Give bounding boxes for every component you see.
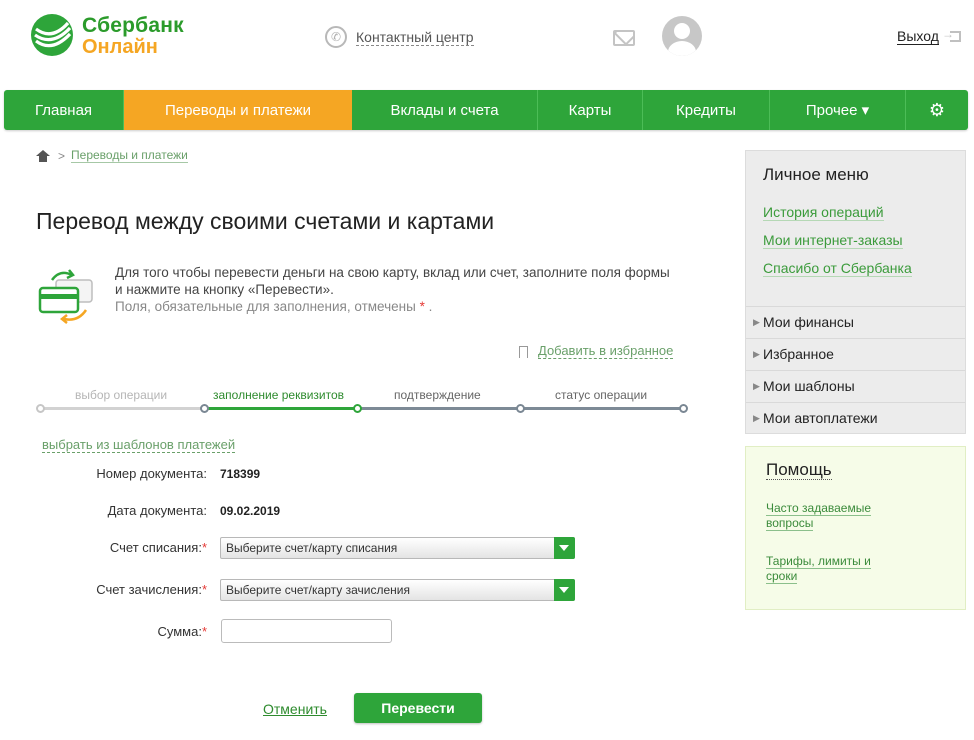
main-navigation: Главная Переводы и платежи Вклады и счет… (4, 90, 968, 130)
from-account-select-value: Выберите счет/карту списания (226, 541, 398, 555)
chevron-down-icon[interactable] (554, 579, 575, 601)
chevron-right-icon: ▶ (753, 413, 760, 423)
step-dot-choose (36, 404, 45, 413)
to-account-select-value: Выберите счет/карту зачисления (226, 583, 410, 597)
home-icon[interactable] (36, 150, 50, 162)
menu-link-internet-orders[interactable]: Мои интернет-заказы (763, 233, 903, 249)
amount-input[interactable] (221, 619, 392, 643)
required-dot: . (428, 299, 433, 314)
personal-menu-title: Личное меню (763, 165, 869, 184)
contact-center-label: Контактный центр (356, 28, 474, 46)
choose-template-link[interactable]: выбрать из шаблонов платежей (42, 438, 236, 453)
progress-steps: выбор операции заполнение реквизитов под… (36, 380, 692, 420)
menu-link-spasibo[interactable]: Спасибо от Сбербанка (763, 261, 912, 277)
nav-item-credits[interactable]: Кредиты (643, 90, 770, 130)
info-text: Для того чтобы перевести деньги на свою … (115, 264, 675, 315)
required-star: * (419, 299, 425, 314)
doc-date-label: Дата документа: (107, 503, 207, 518)
cancel-link[interactable]: Отменить (263, 701, 327, 717)
help-title: Помощь (766, 460, 832, 480)
personal-menu: Личное меню История операций Мои интерне… (745, 150, 966, 434)
menu-section-templates[interactable]: ▶ Мои шаблоны (746, 370, 965, 401)
step-dot-status (679, 404, 688, 413)
logout-icon[interactable] (942, 27, 961, 42)
step-label-status: статус операции (555, 388, 648, 402)
to-account-select[interactable]: Выберите счет/карту зачисления (220, 579, 575, 601)
nav-item-transfers[interactable]: Переводы и платежи (124, 90, 352, 130)
gear-icon[interactable]: ⚙ (906, 90, 968, 130)
nav-item-main[interactable]: Главная (4, 90, 124, 130)
to-account-label: Счет зачисления:* (96, 582, 207, 597)
contact-center-link[interactable]: ✆ Контактный центр (325, 26, 474, 48)
nav-item-deposits[interactable]: Вклады и счета (352, 90, 538, 130)
sberbank-logo-icon (31, 14, 73, 56)
chevron-right-icon: ▶ (753, 381, 760, 391)
step-dot-fill-start (200, 404, 209, 413)
from-account-select[interactable]: Выберите счет/карту списания (220, 537, 575, 559)
doc-number-label: Номер документа: (96, 466, 207, 481)
logo-text-line1: Сбербанк (82, 14, 184, 37)
page-title: Перевод между своими счетами и картами (36, 208, 495, 234)
phone-icon: ✆ (325, 26, 347, 48)
step-line-done (40, 407, 204, 410)
sberbank-logo[interactable]: Сбербанк Онлайн (30, 12, 200, 62)
chevron-right-icon: ▶ (753, 349, 760, 359)
menu-section-autopayments[interactable]: ▶ Мои автоплатежи (746, 402, 965, 433)
menu-section-finances[interactable]: ▶ Мои финансы (746, 306, 965, 337)
doc-number-value: 718399 (220, 467, 261, 481)
doc-date-value: 09.02.2019 (220, 504, 281, 518)
mail-icon[interactable] (613, 30, 635, 46)
nav-item-other[interactable]: Прочее ▾ (770, 90, 906, 130)
step-dot-confirm (516, 404, 525, 413)
step-label-fill: заполнение реквизитов (213, 388, 345, 402)
help-link-faq[interactable]: Часто задаваемые вопросы (766, 501, 896, 531)
add-favorite-label: Добавить в избранное (538, 343, 674, 359)
logo-text-line2: Онлайн (82, 36, 158, 58)
chevron-right-icon: ▶ (753, 317, 760, 327)
transfer-cards-icon (38, 269, 93, 324)
chevron-down-icon[interactable] (554, 537, 575, 559)
logout-link[interactable]: Выход (897, 29, 939, 45)
bookmark-icon (519, 345, 528, 358)
avatar[interactable] (662, 16, 702, 56)
required-note: Поля, обязательные для заполнения, отмеч… (115, 299, 416, 314)
breadcrumb-separator: > (58, 149, 66, 163)
transfer-button[interactable]: Перевести (354, 693, 482, 723)
help-panel: Помощь Часто задаваемые вопросы Тарифы, … (745, 446, 966, 610)
breadcrumb: > Переводы и платежи (36, 149, 188, 163)
step-label-choose: выбор операции (75, 388, 168, 402)
menu-section-favorites[interactable]: ▶ Избранное (746, 338, 965, 369)
step-line-active (204, 407, 357, 410)
nav-item-cards[interactable]: Карты (538, 90, 643, 130)
help-link-tariffs[interactable]: Тарифы, лимиты и сроки (766, 554, 896, 584)
info-line: Для того чтобы перевести деньги на свою … (115, 265, 670, 297)
menu-link-history[interactable]: История операций (763, 205, 884, 221)
step-label-confirm: подтверждение (394, 388, 481, 402)
step-dot-fill (353, 404, 362, 413)
amount-label: Сумма:* (157, 624, 207, 639)
add-favorite[interactable]: Добавить в избранное (519, 343, 674, 359)
breadcrumb-transfers[interactable]: Переводы и платежи (71, 149, 188, 163)
from-account-label: Счет списания:* (109, 540, 207, 555)
